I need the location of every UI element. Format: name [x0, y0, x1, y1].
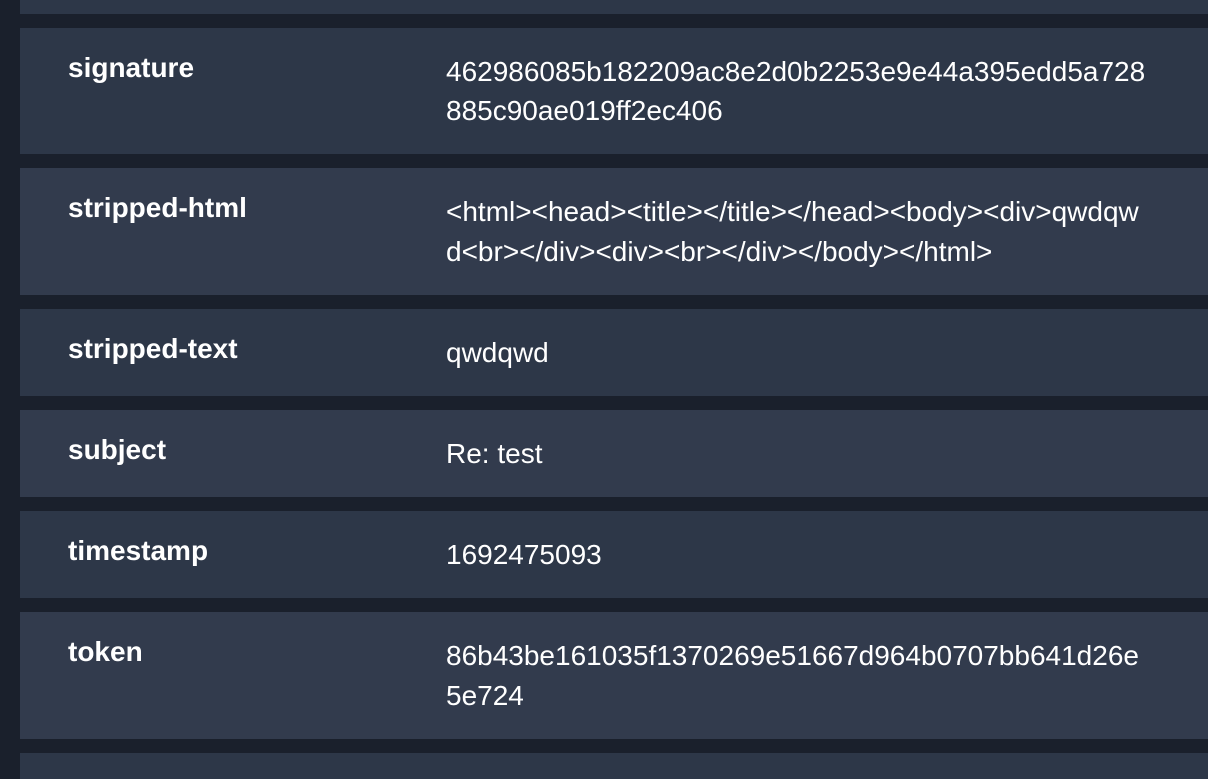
row-key: subject: [68, 434, 446, 466]
row-gap: [20, 598, 1208, 612]
row-gap: [20, 14, 1208, 28]
row-value: Re: test: [446, 434, 1160, 473]
row-gap: [20, 497, 1208, 511]
row-key: timestamp: [68, 535, 446, 567]
table-row: stripped-text qwdqwd: [20, 309, 1208, 396]
row-value: qwdqwd: [446, 333, 1160, 372]
row-key: stripped-text: [68, 333, 446, 365]
row-gap: [20, 396, 1208, 410]
row-key: stripped-html: [68, 192, 446, 224]
key-value-table: signature 462986085b182209ac8e2d0b2253e9…: [0, 0, 1208, 688]
row-value: <html><head><title></title></head><body>…: [446, 192, 1160, 270]
row-spacer: [20, 0, 1208, 14]
table-row: signature 462986085b182209ac8e2d0b2253e9…: [20, 28, 1208, 154]
row-gap: [20, 154, 1208, 168]
table-row: stripped-html <html><head><title></title…: [20, 168, 1208, 294]
row-gap: [20, 295, 1208, 309]
row-key: token: [68, 636, 446, 668]
table-row: token 86b43be161035f1370269e51667d964b07…: [20, 612, 1208, 738]
row-gap: [20, 739, 1208, 753]
row-spacer: [20, 753, 1208, 779]
table-row: subject Re: test: [20, 410, 1208, 497]
row-value: 86b43be161035f1370269e51667d964b0707bb64…: [446, 636, 1160, 714]
row-value: 462986085b182209ac8e2d0b2253e9e44a395edd…: [446, 52, 1160, 130]
table-row: timestamp 1692475093: [20, 511, 1208, 598]
row-value: 1692475093: [446, 535, 1160, 574]
row-key: signature: [68, 52, 446, 84]
